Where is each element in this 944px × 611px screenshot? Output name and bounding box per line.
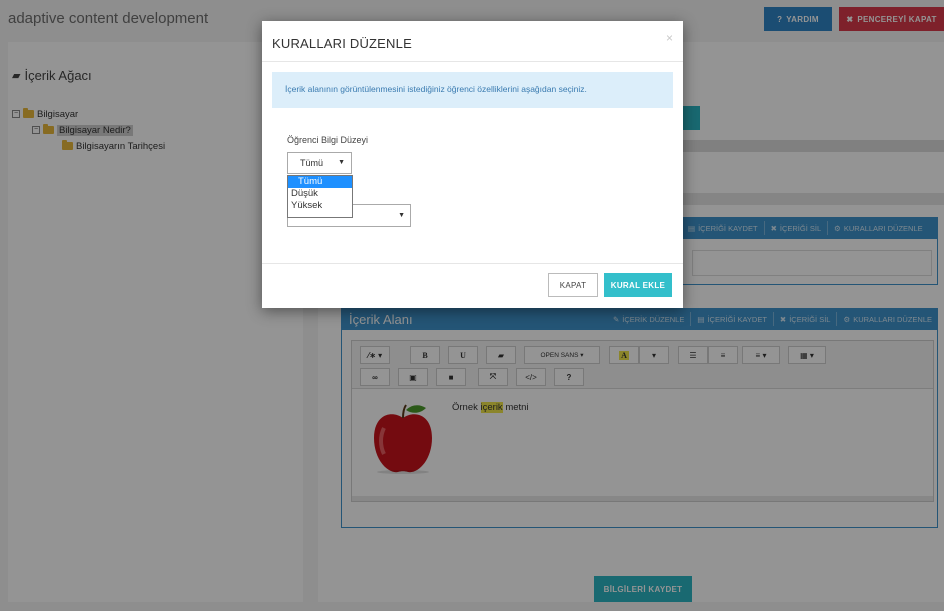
- caret-down-icon: ▼: [398, 212, 405, 219]
- close-modal-button[interactable]: KAPAT: [548, 273, 598, 297]
- student-level-options: Tümü Düşük Yüksek: [287, 175, 353, 218]
- add-rule-button[interactable]: KURAL EKLE: [604, 273, 672, 297]
- modal-footer-divider: [262, 263, 683, 264]
- info-alert: İçerik alanının görüntülenmesini istediğ…: [272, 72, 673, 108]
- student-level-label: Öğrenci Bilgi Düzeyi: [287, 135, 369, 145]
- option-dusuk[interactable]: Düşük: [288, 188, 352, 200]
- option-tumu[interactable]: Tümü: [288, 176, 352, 188]
- selected-value: Tümü: [300, 158, 324, 168]
- student-level-select[interactable]: Tümü ▼: [287, 152, 352, 174]
- caret-down-icon: ▼: [338, 159, 345, 166]
- edit-rules-modal: KURALLARI DÜZENLE × İçerik alanının görü…: [262, 21, 683, 308]
- option-yuksek[interactable]: Yüksek: [288, 200, 352, 212]
- modal-close-icon[interactable]: ×: [666, 31, 673, 45]
- modal-title: KURALLARI DÜZENLE: [272, 36, 412, 51]
- modal-divider: [262, 61, 683, 62]
